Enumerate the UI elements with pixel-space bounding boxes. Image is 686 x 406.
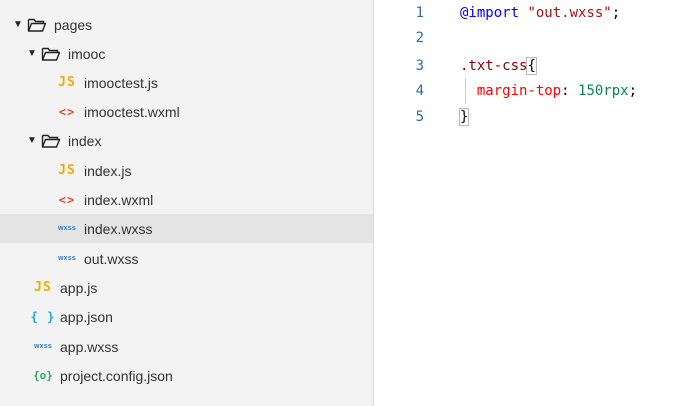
code-line[interactable]: 3 .txt-css{	[374, 53, 686, 79]
tree-file-imooctest-js[interactable]: JS imooctest.js	[0, 68, 373, 97]
folder-open-icon	[40, 133, 62, 149]
tree-file-imooctest-wxml[interactable]: <> imooctest.wxml	[0, 97, 373, 126]
js-file-icon: JS	[34, 280, 52, 295]
wxss-file-icon: wxss	[34, 343, 52, 350]
code-line[interactable]: 1 @import "out.wxss";	[374, 0, 686, 26]
tree-item-label: pages	[54, 16, 93, 33]
code-token: :	[561, 83, 579, 99]
tree-file-index-wxss[interactable]: wxss index.wxss	[0, 214, 373, 243]
caret-down-icon[interactable]: ▼	[24, 135, 40, 146]
code-line[interactable]: 5}	[374, 104, 686, 130]
tree-item-label: index.js	[84, 162, 132, 179]
indent-guide	[465, 78, 466, 104]
line-number: 3	[415, 58, 424, 74]
config-file-icon: {o}	[33, 369, 53, 382]
folder-open-icon	[40, 46, 62, 62]
tree-folder-pages[interactable]: ▼ pages	[0, 10, 373, 39]
code-token: 150rpx	[578, 83, 629, 99]
wxss-file-icon: wxss	[58, 255, 76, 262]
code-text: }	[458, 108, 470, 126]
code-token: .txt-css	[460, 58, 528, 74]
folder-open-icon	[26, 17, 48, 33]
tree-file-app-wxss[interactable]: wxss app.wxss	[0, 332, 373, 361]
code-token: @import	[460, 5, 520, 21]
tree-file-index-wxml[interactable]: <> index.wxml	[0, 185, 373, 214]
tree-item-label: out.wxss	[84, 250, 139, 267]
ide-window: ▼ pages ▼ imooc JS imooctest.js <> imooctest.wx…	[0, 0, 686, 406]
tree-folder-index[interactable]: ▼ index	[0, 126, 373, 155]
tree-file-out-wxss[interactable]: wxss out.wxss	[0, 244, 373, 273]
tree-item-label: imooctest.wxml	[84, 103, 180, 120]
caret-down-icon[interactable]: ▼	[10, 19, 26, 30]
tree-item-label: project.config.json	[60, 367, 173, 384]
tree-file-app-js[interactable]: JS app.js	[0, 273, 373, 302]
code-line[interactable]: 4 margin-top: 150rpx;	[374, 78, 686, 104]
tree-item-label: index.wxml	[84, 191, 154, 208]
code-token: {	[526, 57, 537, 75]
wxss-file-icon: wxss	[58, 225, 76, 232]
code-text: .txt-css{	[460, 57, 537, 75]
tree-file-index-js[interactable]: JS index.js	[0, 156, 373, 185]
line-number: 2	[415, 30, 424, 46]
wxml-file-icon: <>	[58, 192, 76, 207]
line-number: 5	[415, 109, 424, 125]
js-file-icon: JS	[58, 163, 76, 178]
json-file-icon: { }	[30, 309, 56, 324]
tree-folder-imooc[interactable]: ▼ imooc	[0, 39, 373, 68]
code-token: }	[458, 108, 470, 126]
tree-file-app-json[interactable]: { } app.json	[0, 302, 373, 331]
tree-file-project-config-json[interactable]: {o} project.config.json	[0, 361, 373, 390]
code-editor[interactable]: 1 @import "out.wxss"; 2 3 .txt-css{4 margin-…	[374, 0, 686, 406]
caret-down-icon[interactable]: ▼	[24, 48, 40, 59]
tree-item-label: app.js	[60, 279, 98, 296]
tree-item-label: app.wxss	[60, 338, 119, 355]
code-token: ;	[611, 5, 621, 21]
code-text: @import "out.wxss";	[460, 5, 620, 21]
wxml-file-icon: <>	[58, 104, 76, 119]
js-file-icon: JS	[58, 75, 76, 90]
tree-item-label: index	[68, 132, 102, 149]
code-text: margin-top: 150rpx;	[460, 83, 637, 99]
tree-item-label: imooctest.js	[84, 74, 158, 91]
code-token: margin-top	[476, 83, 562, 99]
code-token: "out.wxss"	[527, 5, 612, 21]
line-number: 1	[415, 5, 424, 21]
tree-item-label: app.json	[60, 308, 113, 325]
code-token: ;	[628, 83, 638, 99]
tree-item-label: index.wxss	[84, 220, 153, 237]
line-number: 4	[415, 83, 424, 99]
file-explorer: ▼ pages ▼ imooc JS imooctest.js <> imooctest.wx…	[0, 0, 374, 406]
code-line[interactable]: 2	[374, 25, 686, 51]
tree-item-label: imooc	[68, 45, 106, 62]
